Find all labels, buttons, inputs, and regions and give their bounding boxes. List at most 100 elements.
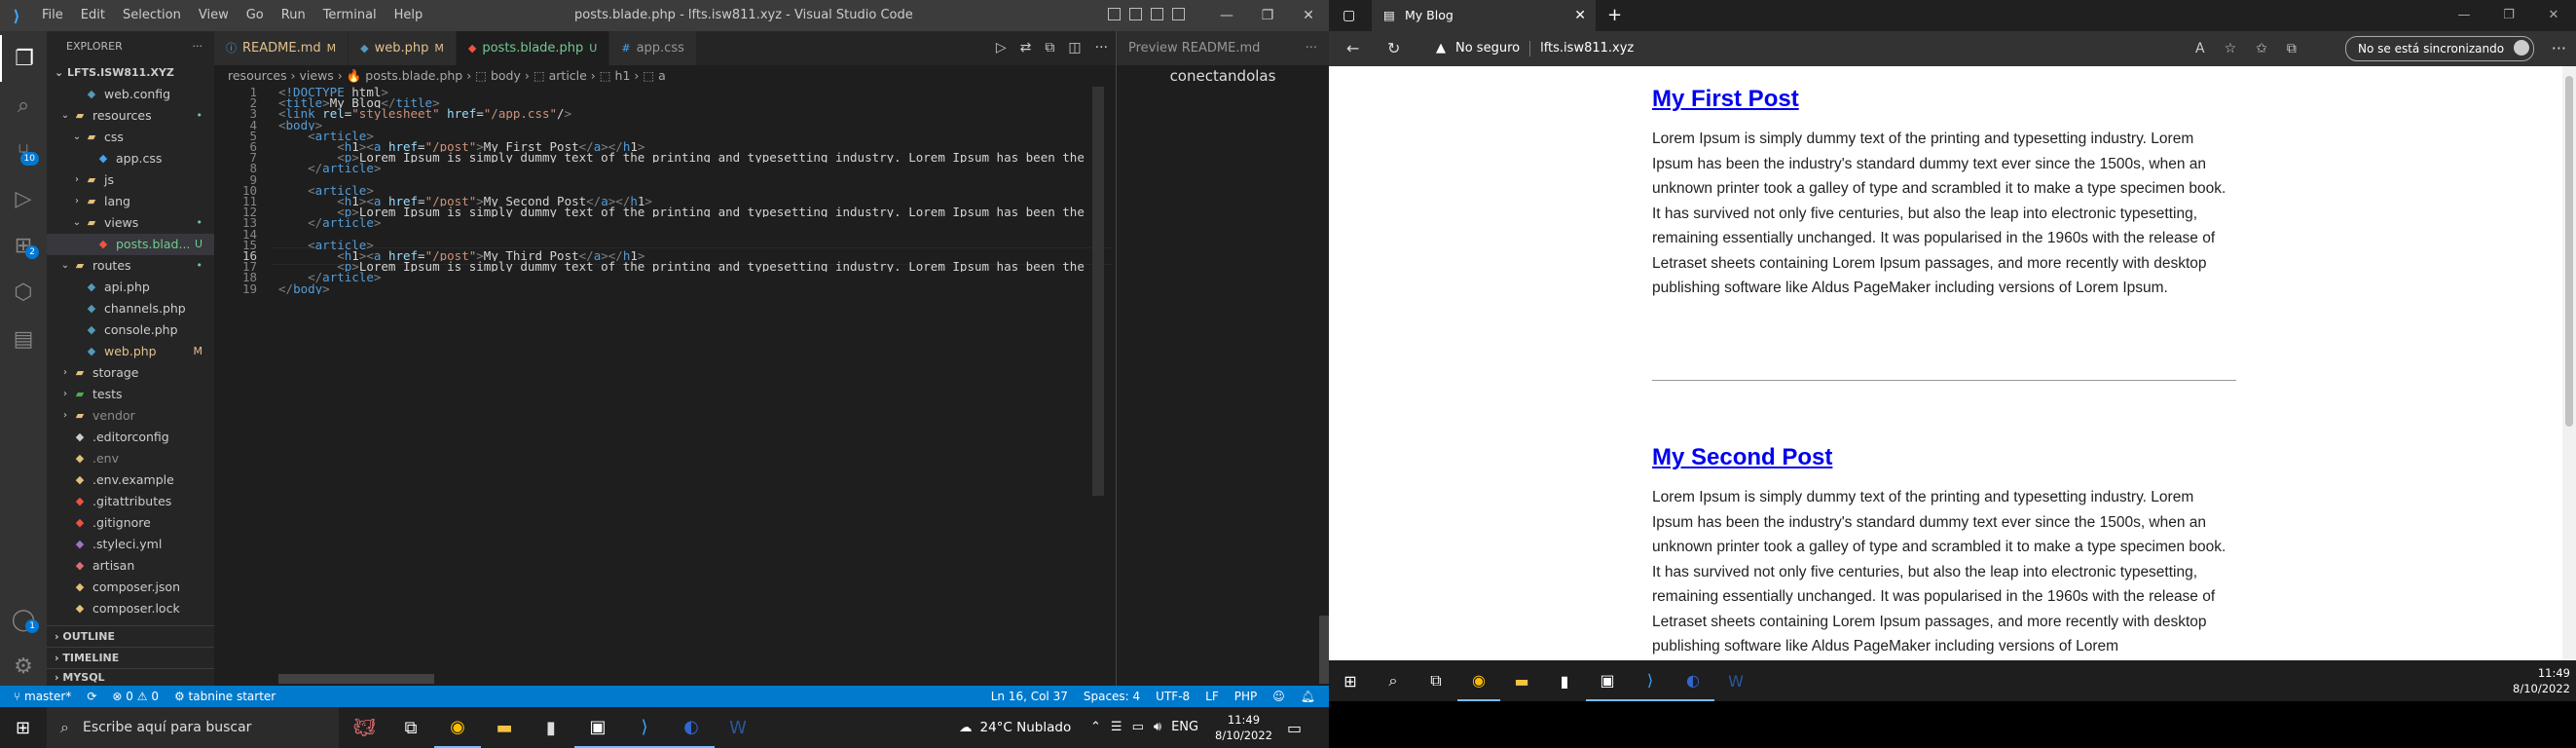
volume-icon[interactable]: 🔊︎ xyxy=(1154,707,1161,748)
notification-center-icon[interactable]: ▭ xyxy=(1287,719,1302,737)
split-editor-icon[interactable]: ◫ xyxy=(1068,31,1081,65)
code-line[interactable]: <h1><a href="/post">My Second Post</a></… xyxy=(278,196,1112,206)
code-line[interactable]: <article> xyxy=(278,185,1112,196)
file-explorer-icon[interactable]: ▬ xyxy=(481,707,528,748)
code-line[interactable]: <p>Lorem Ipsum is simply dummy text of t… xyxy=(278,152,1112,163)
run-icon[interactable]: ▷ xyxy=(996,31,1007,65)
remote-word-icon[interactable]: W xyxy=(1714,660,1757,701)
remote-usb-icon[interactable]: ▮ xyxy=(1543,660,1586,701)
toggle-sidebar-icon[interactable] xyxy=(1108,8,1121,20)
post-title-link-2[interactable]: My Second Post xyxy=(1652,444,1832,470)
tree-file[interactable]: ◆ web.php M xyxy=(47,341,214,362)
language-mode[interactable]: PHP xyxy=(1234,686,1258,707)
preview-scrollbar[interactable] xyxy=(1319,616,1329,684)
feedback-icon[interactable]: ☺ xyxy=(1272,686,1285,707)
editor-tab[interactable]: ⓘ README.md M xyxy=(214,31,350,65)
tree-folder[interactable]: › ▰ vendor xyxy=(47,405,214,427)
remote-vscode-icon[interactable]: ⟩ xyxy=(1629,660,1672,701)
code-line[interactable]: <p>Lorem Ipsum is simply dummy text of t… xyxy=(278,206,1112,217)
tree-folder[interactable]: › ▰ storage xyxy=(47,362,214,384)
workspace-root[interactable]: ⌄ LFTS.ISW811.XYZ xyxy=(47,62,214,84)
tree-file[interactable]: ◆ console.php xyxy=(47,319,214,341)
remote-chrome-icon[interactable]: ◉ xyxy=(1457,660,1500,701)
customize-layout-icon[interactable] xyxy=(1172,8,1185,20)
remote-task-view-icon[interactable]: ⧉ xyxy=(1415,660,1457,701)
edge-app-icon[interactable]: ◐ xyxy=(668,707,715,748)
code-line[interactable]: </article> xyxy=(278,217,1112,228)
word-app-icon[interactable]: W xyxy=(715,707,761,748)
taskbar-clock[interactable]: 11:49 8/10/2022 xyxy=(1215,712,1272,743)
tree-folder[interactable]: › ▰ tests xyxy=(47,384,214,405)
task-view-icon[interactable]: ⧉ xyxy=(387,707,434,748)
add-favorite-icon[interactable]: ☆ xyxy=(2225,31,2237,66)
tree-file[interactable]: ◆ .editorconfig xyxy=(47,427,214,448)
tree-folder[interactable]: › ▰ js xyxy=(47,169,214,191)
menu-item-go[interactable]: Go xyxy=(238,0,273,31)
menu-item-run[interactable]: Run xyxy=(273,0,314,31)
explorer-icon[interactable]: ❐ xyxy=(0,35,47,82)
preview-tab[interactable]: Preview README.md ··· xyxy=(1117,31,1329,65)
language-indicator[interactable]: ENG xyxy=(1171,707,1198,748)
new-tab-button[interactable]: + xyxy=(1607,0,1622,31)
tree-file[interactable]: ◆ .gitignore xyxy=(47,512,214,534)
page-scrollbar[interactable] xyxy=(2562,66,2576,660)
tree-file[interactable]: ◆ composer.json xyxy=(47,577,214,598)
sync-icon[interactable]: ⟳ xyxy=(87,686,96,707)
remote-clock[interactable]: 11:49 8/10/2022 xyxy=(2513,665,2570,696)
chrome-app-icon[interactable]: ◉ xyxy=(434,707,481,748)
browser-close-button[interactable]: ✕ xyxy=(2531,0,2576,31)
menu-item-edit[interactable]: Edit xyxy=(72,0,114,31)
editor-tab[interactable]: # app.css xyxy=(609,31,697,65)
code-line[interactable]: <h1><a href="/post">My First Post</a></h… xyxy=(278,141,1112,152)
tree-file[interactable]: ◆ .env.example xyxy=(47,469,214,491)
code-line[interactable]: </body> xyxy=(278,283,1112,294)
tree-file[interactable]: ◆ app.css xyxy=(47,148,214,169)
tree-file[interactable]: ◆ artisan xyxy=(47,555,214,577)
code-line[interactable]: <link rel="stylesheet" href="/app.css"/> xyxy=(278,108,1112,119)
code-line[interactable]: <title>My Blog</title> xyxy=(278,97,1112,108)
page-scrollbar-thumb[interactable] xyxy=(2565,76,2573,427)
vertical-scrollbar[interactable] xyxy=(1092,87,1104,496)
preview-icon[interactable]: ⧉ xyxy=(1045,31,1054,65)
editor-tab[interactable]: ◆ posts.blade.php U xyxy=(456,31,610,65)
tab-actions-icon[interactable]: ▢ xyxy=(1343,0,1355,31)
close-button[interactable]: ✕ xyxy=(1288,0,1329,31)
tree-folder[interactable]: ⌄ ▰ css xyxy=(47,127,214,148)
tree-file[interactable]: ◆ web.config xyxy=(47,84,214,105)
octopus-widget-icon[interactable]: 🐙︎ xyxy=(341,707,387,748)
accounts-icon[interactable]: ◯ 1 xyxy=(0,596,47,643)
browser-menu-icon[interactable]: ··· xyxy=(2552,31,2566,66)
remote-start-icon[interactable]: ⊞ xyxy=(1329,660,1372,701)
tree-folder[interactable]: › ▰ lang xyxy=(47,191,214,212)
tree-file[interactable]: ◆ .env xyxy=(47,448,214,469)
extensions-icon[interactable]: ⊞ 2 xyxy=(0,222,47,269)
encoding[interactable]: UTF-8 xyxy=(1156,686,1190,707)
timeline-section[interactable]: › TIMELINE xyxy=(47,647,214,668)
code-line[interactable]: <!DOCTYPE html> xyxy=(278,87,1112,97)
end-of-line[interactable]: LF xyxy=(1205,686,1219,707)
tree-folder[interactable]: ⌄ ▰ resources • xyxy=(47,105,214,127)
code-line[interactable]: </article> xyxy=(278,272,1112,282)
minimize-button[interactable]: — xyxy=(1206,0,1247,31)
remote-file-explorer-icon[interactable]: ▬ xyxy=(1500,660,1543,701)
code-line[interactable]: <p>Lorem Ipsum is simply dummy text of t… xyxy=(278,261,1112,272)
refresh-icon[interactable]: ↻ xyxy=(1387,31,1400,66)
weather-widget[interactable]: ☁ 24°C Nublado xyxy=(959,707,1071,748)
menu-item-help[interactable]: Help xyxy=(386,0,432,31)
outline-section[interactable]: › OUTLINE xyxy=(47,625,214,647)
favorites-icon[interactable]: ✩ xyxy=(2256,31,2267,66)
problems-status[interactable]: ⊗ 0 ⚠ 0 xyxy=(112,686,159,707)
code-line[interactable]: <body> xyxy=(278,120,1112,131)
tree-file[interactable]: ◆ .gitattributes xyxy=(47,491,214,512)
read-aloud-icon[interactable]: A xyxy=(2195,31,2205,66)
menu-item-file[interactable]: File xyxy=(33,0,72,31)
tree-file[interactable]: ◆ .styleci.yml xyxy=(47,534,214,555)
tree-folder[interactable]: ⌄ ▰ routes • xyxy=(47,255,214,277)
vscode-app-icon[interactable]: ⟩ xyxy=(621,707,668,748)
wifi-icon[interactable]: ☰ xyxy=(1111,707,1122,748)
settings-gear-icon[interactable]: ⚙ xyxy=(0,643,47,690)
branch-status[interactable]: ⑂ master* xyxy=(14,686,71,707)
show-hidden-icons-icon[interactable]: ⌃ xyxy=(1090,707,1101,748)
code-editor[interactable]: 1 <!DOCTYPE html> 2 <title>My Blog</title> 3… xyxy=(214,86,1116,686)
battery-icon[interactable]: ▭ xyxy=(1132,707,1144,748)
